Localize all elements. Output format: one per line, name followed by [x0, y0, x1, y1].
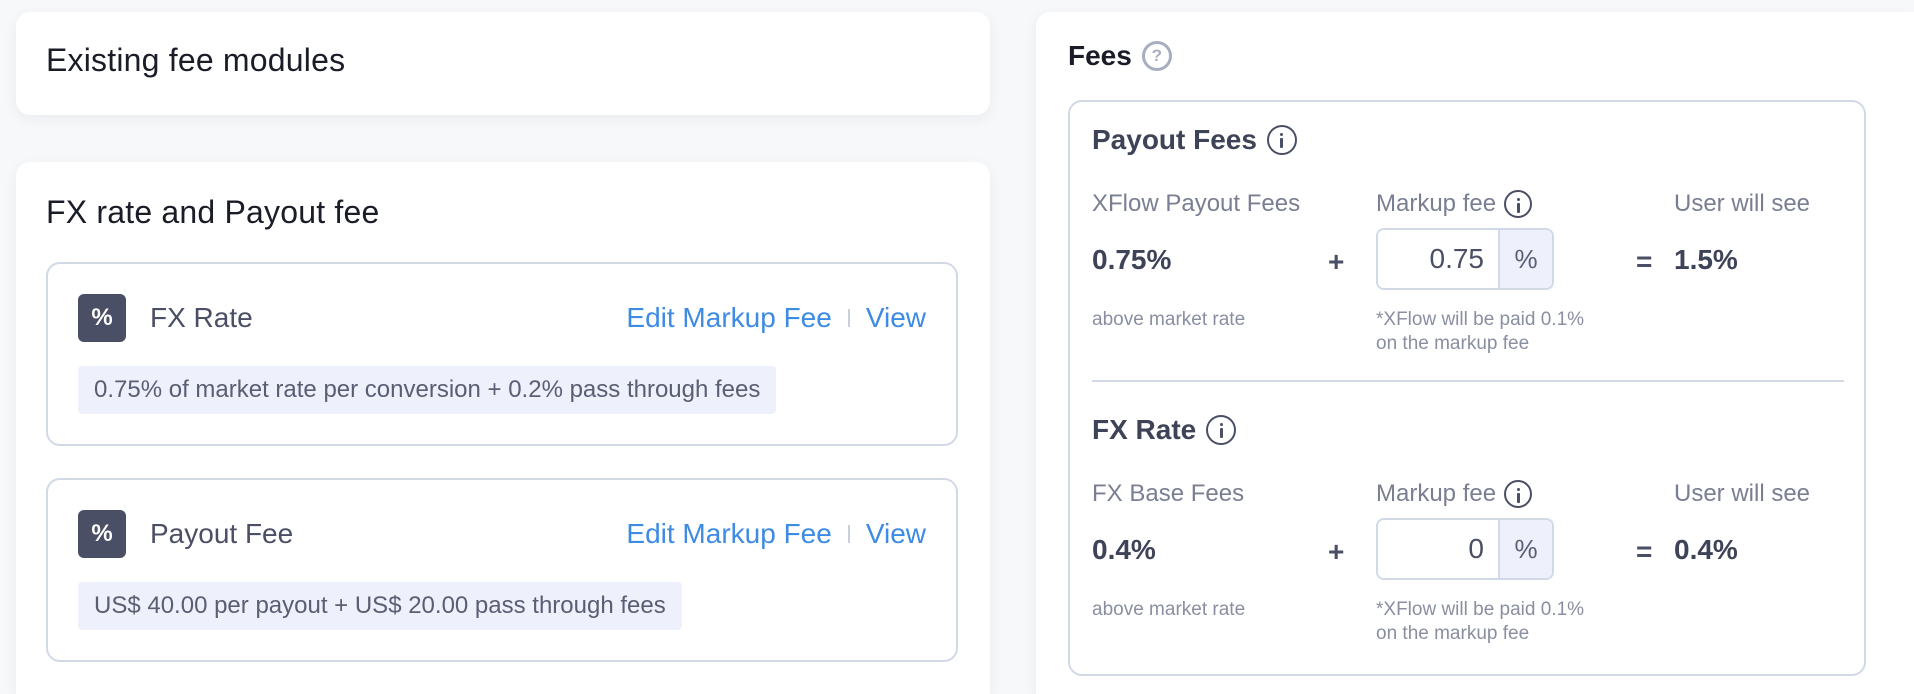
payout-fee-edit-markup-link[interactable]: Edit Markup Fee: [626, 518, 831, 550]
payout-fees-heading: Payout Fees: [1092, 124, 1297, 156]
payout-markup-fee-input-group: %: [1376, 228, 1554, 290]
action-separator: [847, 525, 850, 543]
markup-fee-note-1: *XFlow will be paid 0.1%: [1376, 309, 1585, 330]
markup-fee-label-group: Markup fee: [1376, 480, 1533, 508]
info-icon[interactable]: [1266, 125, 1297, 155]
fx-rate-section: FX Rate FX Base Fees 0.4% above market r…: [1092, 392, 1844, 672]
result-value: 0.4%: [1674, 534, 1738, 565]
info-icon[interactable]: [1504, 480, 1533, 508]
fx-rate-actions: Edit Markup Fee View: [626, 302, 926, 334]
result-label: User will see: [1674, 480, 1811, 507]
fx-payout-title: FX rate and Payout fee: [46, 194, 380, 230]
fx-markup-fee-input[interactable]: [1378, 520, 1498, 578]
fx-rate-module: % FX Rate Edit Markup Fee View 0.75% of …: [46, 262, 958, 446]
help-icon[interactable]: ?: [1141, 41, 1172, 71]
fees-box: Payout Fees XFlow Payout Fees 0.75% abov…: [1068, 100, 1866, 676]
percent-icon: %: [78, 294, 126, 342]
fx-rate-edit-markup-link[interactable]: Edit Markup Fee: [626, 302, 831, 334]
fx-markup-fee-input-group: %: [1376, 518, 1554, 580]
fx-payout-card: FX rate and Payout fee % FX Rate Edit Ma…: [16, 162, 990, 694]
info-icon[interactable]: [1206, 415, 1237, 445]
payout-fee-view-link[interactable]: View: [866, 518, 926, 550]
base-fee-note: above market rate: [1092, 599, 1246, 620]
markup-fee-note-2: on the markup fee: [1376, 333, 1530, 354]
payout-fee-module-name: Payout Fee: [150, 518, 294, 549]
fees-title: Fees: [1068, 40, 1132, 71]
existing-fee-modules-title: Existing fee modules: [46, 42, 346, 78]
payout-fee-summary: US$ 40.00 per payout + US$ 20.00 pass th…: [78, 582, 682, 630]
base-fee-value: 0.75%: [1092, 244, 1172, 275]
percent-icon: %: [78, 510, 126, 558]
result-value: 1.5%: [1674, 244, 1738, 275]
fees-panel: Fees ? Payout Fees XFlow Payout Fees 0.7…: [1036, 12, 1914, 694]
action-separator: [847, 309, 850, 327]
base-fee-note: above market rate: [1092, 309, 1246, 330]
markup-fee-label: Markup fee: [1376, 480, 1497, 507]
fx-rate-summary: 0.75% of market rate per conversion + 0.…: [78, 366, 777, 414]
base-fee-value: 0.4%: [1092, 534, 1156, 565]
fx-rate-heading: FX Rate: [1092, 414, 1237, 446]
markup-fee-label-group: Markup fee: [1376, 190, 1533, 218]
markup-fee-note-1: *XFlow will be paid 0.1%: [1376, 599, 1585, 620]
payout-fee-module: % Payout Fee Edit Markup Fee View US$ 40…: [46, 478, 958, 662]
base-fee-label: FX Base Fees: [1092, 480, 1245, 507]
section-divider: [1092, 380, 1844, 382]
markup-fee-note-2: on the markup fee: [1376, 623, 1530, 644]
percent-unit: %: [1498, 230, 1552, 288]
payout-fee-actions: Edit Markup Fee View: [626, 518, 926, 550]
plus-sign: +: [1328, 536, 1345, 567]
payout-fees-title: Payout Fees: [1092, 124, 1257, 155]
markup-fee-label: Markup fee: [1376, 190, 1497, 217]
fx-rate-title: FX Rate: [1092, 414, 1197, 445]
equals-sign: =: [1636, 536, 1653, 567]
payout-markup-fee-input[interactable]: [1378, 230, 1498, 288]
info-icon[interactable]: [1504, 190, 1533, 218]
plus-sign: +: [1328, 246, 1345, 277]
equals-sign: =: [1636, 246, 1653, 277]
result-label: User will see: [1674, 190, 1811, 217]
fx-rate-view-link[interactable]: View: [866, 302, 926, 334]
fees-header: Fees ?: [1068, 40, 1172, 72]
existing-fee-modules-card: Existing fee modules: [16, 12, 990, 115]
payout-fees-section: Payout Fees XFlow Payout Fees 0.75% abov…: [1092, 102, 1844, 382]
base-fee-label: XFlow Payout Fees: [1092, 190, 1301, 217]
percent-unit: %: [1498, 520, 1552, 578]
fx-rate-module-name: FX Rate: [150, 302, 253, 333]
